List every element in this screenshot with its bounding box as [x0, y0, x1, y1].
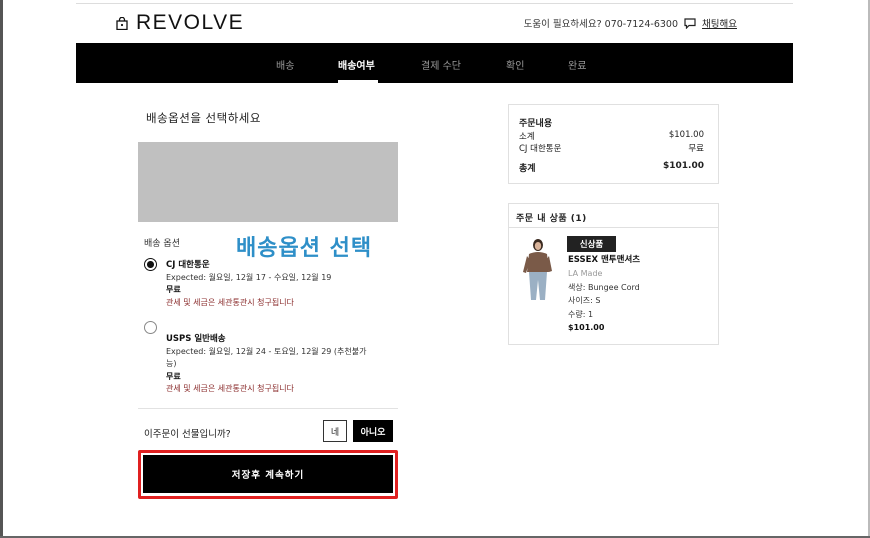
help-bar: 도움이 필요하세요? 070-7124-6300 채팅해요 [524, 16, 737, 30]
option-note: 관세 및 세금은 세관통관시 청구됩니다 [166, 297, 294, 307]
option-fee: 무료 [166, 285, 181, 295]
summary-row-total: 총계 $101.00 [519, 161, 704, 174]
chat-link[interactable]: 채팅해요 [702, 16, 737, 30]
product-image[interactable] [519, 238, 555, 302]
option-name: USPS 일반배송 [166, 334, 226, 344]
shipping-options-label: 배송 옵션 [144, 239, 180, 249]
annotation-overlay-text: 배송옵션 선택 [236, 236, 373, 261]
option-note: 관세 및 세금은 세관통관시 청구됩니다 [166, 384, 294, 394]
radio-usps[interactable] [144, 321, 157, 334]
section-title: 배송옵션을 선택하세요 [146, 111, 261, 125]
help-phone-text: 도움이 필요하세요? 070-7124-6300 [523, 19, 679, 30]
gift-no-button[interactable]: 아니오 [353, 420, 393, 442]
shipping-option-usps[interactable]: USPS 일반배송 Expected: 월요일, 12월 24 - 토요일, 1… [166, 333, 396, 396]
divider [138, 408, 398, 409]
product-qty: 수량: 1 [568, 309, 594, 319]
option-expected-cont: 능) [166, 359, 177, 369]
order-summary: 주문내용 소계 $101.00 CJ 대한통운 무료 총계 $101.00 [508, 104, 719, 184]
checkout-page: REVOLVE 도움이 필요하세요? 070-7124-6300 채팅해요 배송… [76, 0, 793, 538]
gray-placeholder-box [138, 142, 398, 222]
active-step-indicator [338, 80, 378, 83]
row-label: 소계 [519, 132, 535, 142]
product-size: 사이즈: S [568, 296, 601, 306]
step-complete[interactable]: 완료 [568, 57, 586, 72]
site-logo[interactable]: REVOLVE [116, 10, 244, 36]
option-fee: 무료 [166, 371, 181, 381]
new-badge: 신상품 [567, 236, 616, 252]
checkout-steps-nav: 배송 배송여부 결제 수단 확인 완료 [76, 43, 793, 83]
radio-cj[interactable] [144, 258, 157, 271]
row-value: 무료 [688, 144, 704, 154]
step-confirm[interactable]: 확인 [506, 57, 524, 72]
option-expected: Expected: 월요일, 12월 24 - 토요일, 12월 29 (추천불… [166, 346, 367, 356]
items-title: 주문 내 상품 (1) [509, 204, 718, 228]
product-details: ESSEX 맨투맨셔츠 LA Made 색상: Bungee Cord 사이즈:… [568, 254, 640, 334]
shopping-bag-icon [116, 16, 128, 30]
step-payment[interactable]: 결제 수단 [421, 57, 461, 72]
save-continue-button[interactable]: 저장후 계속하기 [143, 455, 393, 493]
product-brand: LA Made [568, 269, 603, 279]
shipping-option-cj[interactable]: CJ 대한통운 Expected: 월요일, 12월 17 - 수요일, 12월… [166, 259, 396, 309]
summary-title: 주문내용 [519, 119, 553, 129]
step-shipping-method[interactable]: 배송여부 [338, 57, 375, 72]
option-expected: Expected: 월요일, 12월 17 - 수요일, 12월 19 [166, 272, 332, 282]
window-frame-left [0, 0, 3, 538]
gift-yes-button[interactable]: 네 [323, 420, 347, 442]
logo-text: REVOLVE [136, 11, 245, 34]
gift-question: 이주문이 선물입니까? [144, 429, 231, 440]
option-name: CJ 대한통운 [166, 260, 210, 270]
order-items: 주문 내 상품 (1) 신상품 ESSEX 맨투맨셔츠 LA Made 색상: … [508, 203, 719, 345]
summary-row-shipping: CJ 대한통운 무료 [519, 142, 704, 154]
row-value: $101.00 [668, 130, 704, 140]
chat-icon[interactable] [684, 17, 696, 29]
product-color: 색상: Bungee Cord [568, 282, 640, 292]
product-price: $101.00 [568, 323, 605, 333]
summary-row-subtotal: 소계 $101.00 [519, 130, 704, 142]
product-name[interactable]: ESSEX 맨투맨셔츠 [568, 254, 640, 267]
total-label: 총계 [519, 164, 536, 174]
row-label: CJ 대한통운 [519, 144, 562, 154]
total-value: $101.00 [663, 161, 704, 171]
step-shipping[interactable]: 배송 [276, 57, 294, 72]
